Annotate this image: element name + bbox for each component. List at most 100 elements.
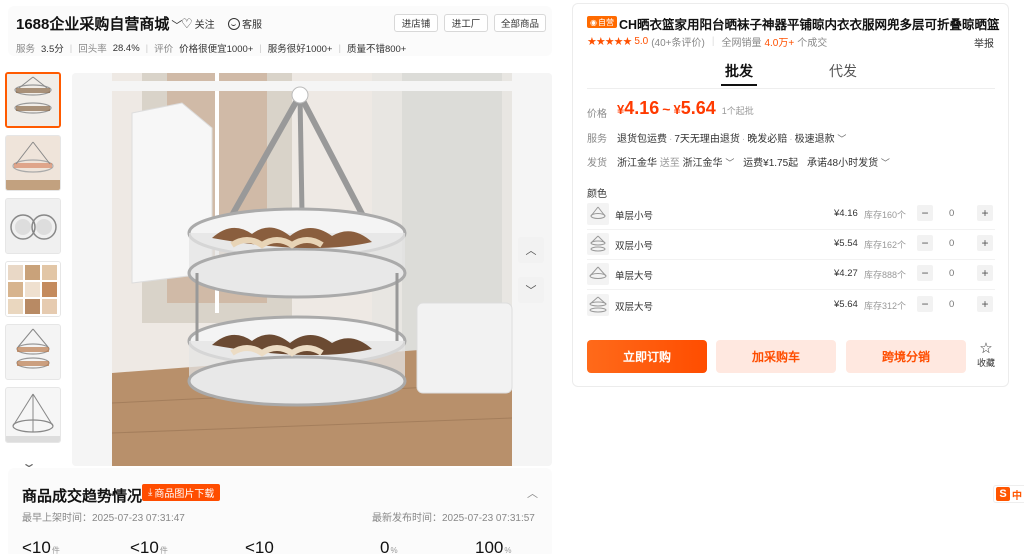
trend-title: 商品成交趋势情况 xyxy=(22,488,143,505)
sku-row: 单层大号 ¥4.27 库存888个 − 0 + xyxy=(587,263,995,290)
chevron-up-icon[interactable]: ︿ xyxy=(527,485,538,501)
ime-toolbar[interactable]: S 中 xyxy=(993,485,1024,503)
image-prev-button[interactable]: ︿ xyxy=(518,237,544,263)
decrement-button[interactable]: − xyxy=(917,205,933,221)
tab-wholesale[interactable]: 批发 xyxy=(725,61,753,81)
thumbnail-list xyxy=(5,72,63,450)
sku-thumbnail[interactable] xyxy=(587,294,609,316)
thumbnail[interactable] xyxy=(5,135,61,191)
image-next-button[interactable]: ﹀ xyxy=(518,277,544,303)
chevron-down-icon: ﹀ xyxy=(837,134,847,144)
sku-row: 单层小号 ¥4.16 库存160个 − 0 + xyxy=(587,203,995,230)
download-icon: ⤓ xyxy=(148,487,153,498)
enter-store-button[interactable]: 进店铺 xyxy=(394,14,438,32)
smile-icon xyxy=(228,17,240,30)
ime-mode-label: 中 xyxy=(1012,490,1022,502)
quantity-input[interactable]: 0 xyxy=(949,238,954,249)
review-count[interactable]: (40+条评价) xyxy=(651,34,705,49)
divider xyxy=(587,229,995,230)
sku-price: ¥4.16 xyxy=(834,208,858,219)
thumbnail[interactable] xyxy=(5,387,61,443)
rating-stars-icon: ★★★★★ xyxy=(587,36,632,48)
sku-stock: 库存312个 xyxy=(864,301,907,311)
thumbnail[interactable] xyxy=(5,324,61,380)
sku-price: ¥5.54 xyxy=(834,238,858,249)
quantity-input[interactable]: 0 xyxy=(949,299,954,310)
divider xyxy=(587,289,995,290)
trade-trend-section: 商品成交趋势情况 ⤓ 商品图片下载 ︿ 最早上架时间：2025-07-23 07… xyxy=(8,468,552,554)
thumbnail[interactable] xyxy=(5,72,61,128)
ship-label: 发货 xyxy=(587,158,607,169)
cross-border-distribution-button[interactable]: 跨境分销 xyxy=(846,340,966,373)
quantity-input[interactable]: 0 xyxy=(949,268,954,279)
main-product-image xyxy=(72,73,552,466)
sku-thumbnail[interactable] xyxy=(587,263,609,285)
stat-repurchase-value: 28.4% xyxy=(112,42,140,54)
heart-icon: ♡ xyxy=(181,16,193,31)
stat-repurchase-label: 回头率 xyxy=(78,44,107,55)
star-icon: ☆ xyxy=(979,340,993,357)
order-now-button[interactable]: 立即订购 xyxy=(587,340,707,373)
decrement-button[interactable]: − xyxy=(917,296,933,312)
color-label: 颜色 xyxy=(587,189,607,200)
divider: | xyxy=(145,42,149,54)
divider: | xyxy=(259,42,262,54)
sku-row: 双层小号 ¥5.54 库存162个 − 0 + xyxy=(587,233,995,260)
download-label: 商品图片下载 xyxy=(154,489,215,500)
thumbnail[interactable] xyxy=(5,261,61,317)
sku-stock: 库存160个 xyxy=(864,210,907,220)
enter-factory-button[interactable]: 进工厂 xyxy=(444,14,488,32)
decrement-button[interactable]: − xyxy=(917,235,933,251)
increment-button[interactable]: + xyxy=(977,296,993,312)
logo-icon: ◉ xyxy=(590,17,597,27)
divider: | xyxy=(338,42,341,54)
sales-unit: 个成交 xyxy=(797,38,828,49)
increment-button[interactable]: + xyxy=(977,235,993,251)
price-label: 价格 xyxy=(587,109,607,120)
quantity-input[interactable]: 0 xyxy=(949,208,954,219)
sku-stock: 库存888个 xyxy=(864,270,907,280)
follow-button[interactable]: ♡ 关注 xyxy=(181,16,215,31)
sku-name: 双层大号 xyxy=(615,302,654,313)
store-name[interactable]: 1688企业采购自营商城 ﹀ xyxy=(16,13,182,34)
sku-thumbnail[interactable] xyxy=(587,233,609,255)
price-low: 4.16 xyxy=(624,98,660,118)
stat-service-value: 3.5分 xyxy=(41,44,64,55)
min-order: 1个起批 xyxy=(721,106,754,116)
trend-stat: <10件 xyxy=(22,538,60,554)
stat-service-label: 服务 xyxy=(16,44,36,55)
sku-name: 双层小号 xyxy=(615,241,654,252)
store-header: 1688企业采购自营商城 ﹀ ♡ 关注 客服 进店铺 进工厂 全部商品 服务 3.… xyxy=(8,6,552,56)
sku-price: ¥5.64 xyxy=(834,299,858,310)
follow-label: 关注 xyxy=(194,20,215,31)
sku-name: 单层小号 xyxy=(615,211,654,222)
sku-thumbnail[interactable] xyxy=(587,203,609,225)
stat-eval-label: 评价 xyxy=(154,44,174,55)
divider xyxy=(587,88,995,89)
tab-dropship[interactable]: 代发 xyxy=(829,61,857,81)
all-products-button[interactable]: 全部商品 xyxy=(494,14,546,32)
add-to-cart-button[interactable]: 加采购车 xyxy=(716,340,836,373)
service-list[interactable]: 退货包运费 · 7天无理由退货 · 晚发必赔 · 极速退款 ﹀ xyxy=(617,130,846,145)
shipping-info[interactable]: 浙江金华 送至 浙江金华 ﹀ 运费¥1.75起 承诺48小时发货 ﹀ xyxy=(617,154,890,169)
store-stats: 服务 3.5分 | 回头率 28.4% | 评价 价格很便宜1000+ | 服务… xyxy=(16,41,406,56)
currency-symbol: ¥ xyxy=(673,102,681,117)
decrement-button[interactable]: − xyxy=(917,265,933,281)
sales-label: 全网销量 xyxy=(721,38,762,49)
report-link[interactable]: 举报 xyxy=(974,35,994,50)
rating-row: ★★★★★ 5.0 (40+条评价) | 全网销量 4.0万+ 个成交 xyxy=(587,34,827,49)
favorite-label: 收藏 xyxy=(976,358,995,368)
chevron-up-icon: ︿ xyxy=(525,245,537,257)
favorite-button[interactable]: ☆ 收藏 xyxy=(975,341,997,369)
eval-tag: 服务很好1000+ xyxy=(267,44,333,55)
sogou-ime-icon: S xyxy=(996,487,1010,501)
thumbnail[interactable] xyxy=(5,198,61,254)
customer-service-button[interactable]: 客服 xyxy=(228,16,262,31)
latest-published-time: 最新发布时间：2025-07-23 07:31:57 xyxy=(372,513,535,524)
increment-button[interactable]: + xyxy=(977,205,993,221)
sku-name: 单层大号 xyxy=(615,271,654,282)
currency-symbol: ¥ xyxy=(617,102,625,117)
increment-button[interactable]: + xyxy=(977,265,993,281)
eval-tag: 价格很便宜1000+ xyxy=(179,44,254,55)
download-images-button[interactable]: ⤓ 商品图片下载 xyxy=(142,484,221,501)
